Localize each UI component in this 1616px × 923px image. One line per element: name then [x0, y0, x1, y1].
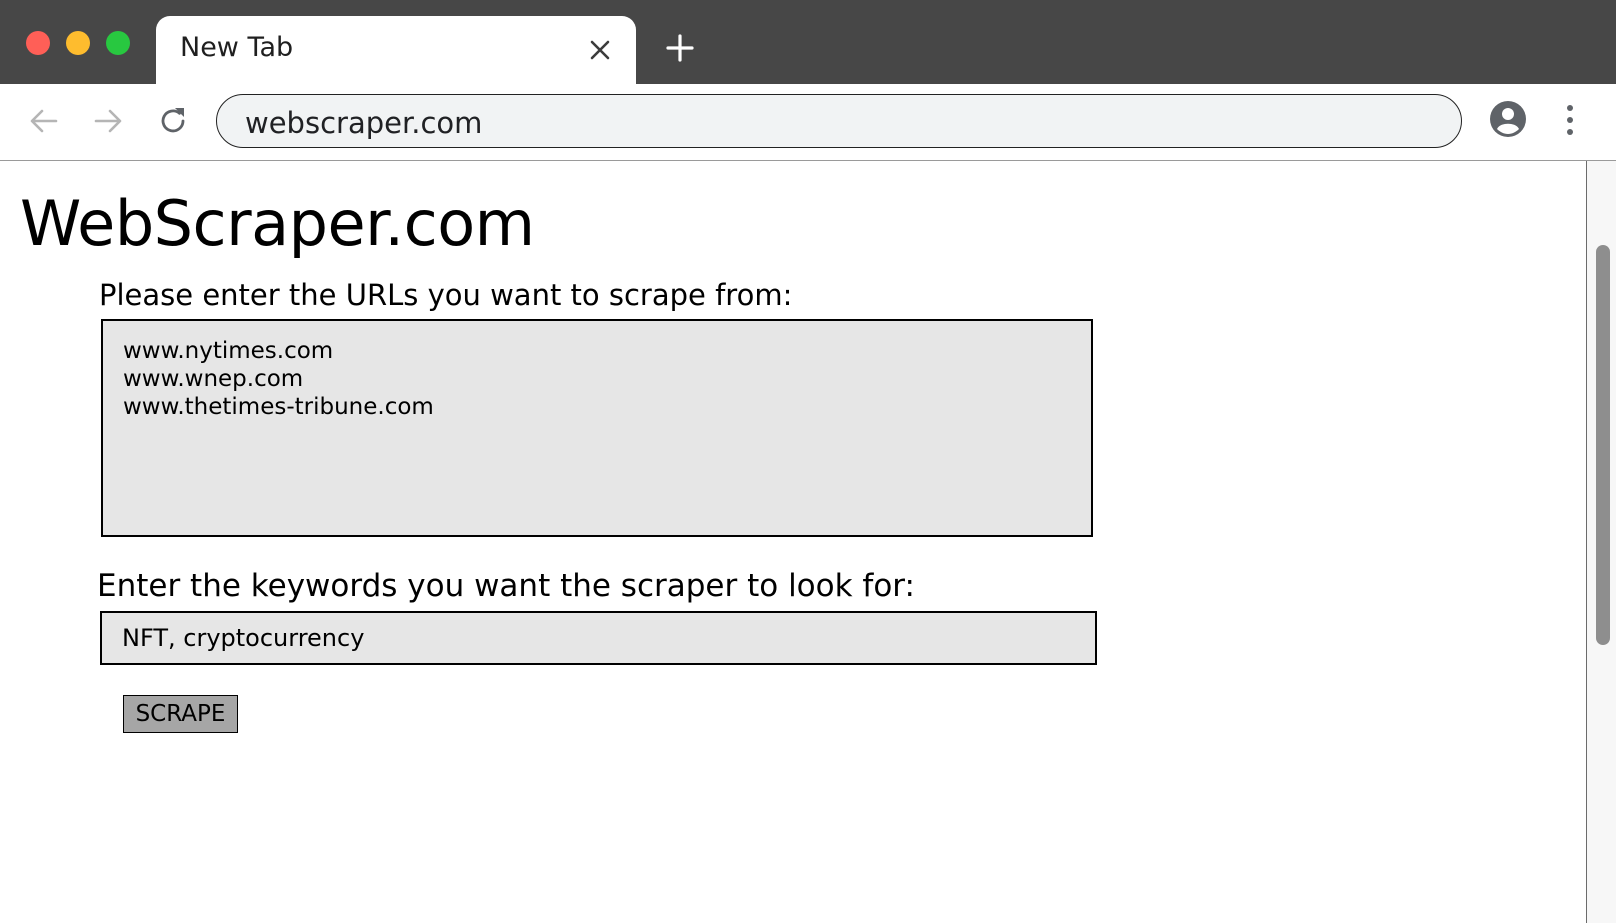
- toolbar: webscraper.com: [0, 84, 1616, 161]
- tab-new-tab[interactable]: New Tab: [156, 16, 636, 84]
- urls-textarea[interactable]: www.nytimes.com www.wnep.com www.thetime…: [101, 319, 1093, 537]
- keywords-label: Enter the keywords you want the scraper …: [97, 568, 915, 604]
- scrape-button[interactable]: SCRAPE: [123, 695, 238, 733]
- address-bar[interactable]: webscraper.com: [216, 94, 1462, 148]
- keywords-input[interactable]: [100, 611, 1097, 665]
- tab-title: New Tab: [180, 32, 294, 63]
- arrow-left-icon[interactable]: [27, 104, 61, 138]
- plus-icon[interactable]: [666, 34, 694, 62]
- kebab-menu-icon[interactable]: [1560, 102, 1580, 138]
- address-text: webscraper.com: [245, 106, 483, 140]
- account-icon[interactable]: [1489, 100, 1527, 138]
- close-icon[interactable]: [588, 38, 612, 62]
- minimize-window-button[interactable]: [66, 31, 90, 55]
- vertical-scrollbar[interactable]: [1586, 161, 1616, 923]
- title-bar: New Tab: [0, 0, 1616, 84]
- arrow-right-icon[interactable]: [91, 104, 125, 138]
- scrollbar-thumb[interactable]: [1596, 245, 1610, 645]
- close-window-button[interactable]: [26, 31, 50, 55]
- zoom-window-button[interactable]: [106, 31, 130, 55]
- urls-label: Please enter the URLs you want to scrape…: [99, 278, 793, 312]
- page-viewport: WebScraper.com Please enter the URLs you…: [0, 161, 1586, 923]
- page-title: WebScraper.com: [20, 187, 535, 260]
- reload-icon[interactable]: [156, 104, 190, 138]
